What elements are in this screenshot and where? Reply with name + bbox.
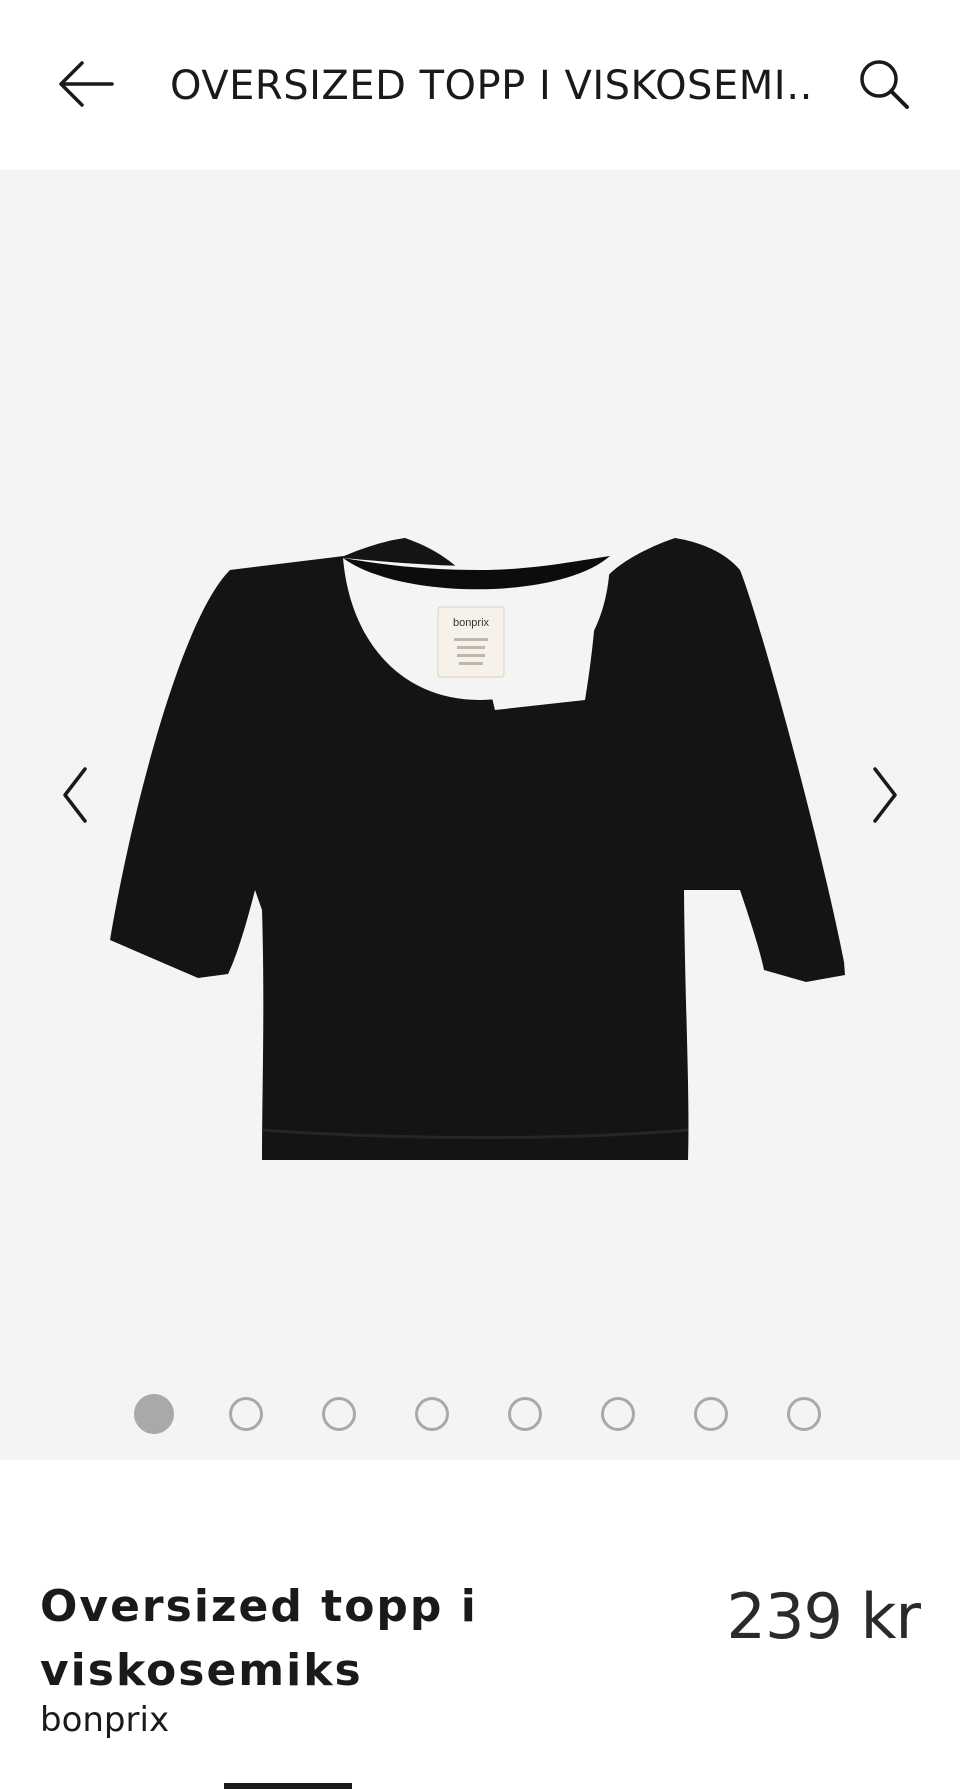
product-name: Oversized topp i viskosemiks: [40, 1581, 478, 1696]
next-image-button[interactable]: [850, 750, 920, 840]
pagination-dot-8[interactable]: [787, 1397, 821, 1431]
top-app-bar: OVERSIZED TOPP I VISKOSEMI…: [0, 0, 960, 170]
tab-indicator: [224, 1783, 352, 1789]
pagination-dot-6[interactable]: [601, 1397, 635, 1431]
search-icon: [860, 60, 909, 109]
garment-label-line: [457, 646, 485, 649]
garment-label-line: [457, 654, 485, 657]
chevron-right-icon: [873, 767, 897, 823]
arrow-left-icon: [59, 61, 114, 107]
pagination-dot-7[interactable]: [694, 1397, 728, 1431]
gallery-pagination: [0, 1385, 960, 1445]
pagination-dot-5[interactable]: [508, 1397, 542, 1431]
garment-label-text: bonprix: [453, 617, 490, 629]
previous-image-button[interactable]: [40, 750, 110, 840]
search-button[interactable]: [848, 48, 920, 120]
pagination-dot-4[interactable]: [415, 1397, 449, 1431]
back-button[interactable]: [50, 48, 122, 120]
garment-label-line: [459, 662, 483, 665]
chevron-left-icon: [63, 767, 87, 823]
pagination-dot-2[interactable]: [229, 1397, 263, 1431]
pagination-dot-3[interactable]: [322, 1397, 356, 1431]
product-info: Oversized topp i viskosemiks bonprix 239…: [0, 1460, 960, 1790]
pagination-dot-1[interactable]: [134, 1394, 174, 1434]
product-image-gallery[interactable]: bonprix: [0, 170, 960, 1460]
garment-label-line: [454, 638, 488, 641]
product-image: bonprix: [110, 538, 845, 1160]
product-price: 239 kr: [726, 1580, 921, 1653]
page-title: OVERSIZED TOPP I VISKOSEMI…: [170, 63, 810, 109]
product-brand[interactable]: bonprix: [40, 1700, 169, 1740]
